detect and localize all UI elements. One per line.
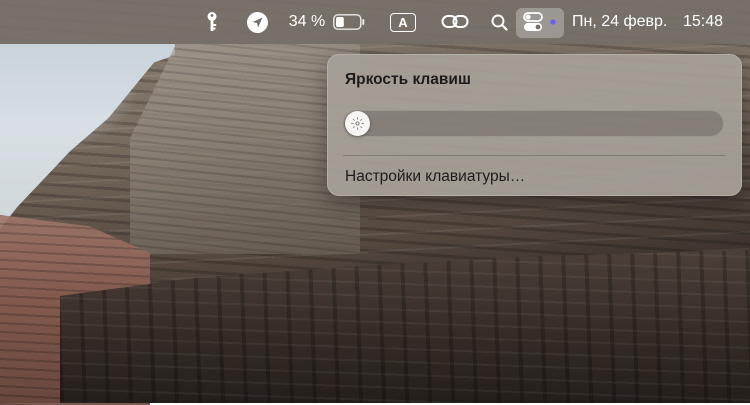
key-icon[interactable] — [199, 0, 225, 44]
input-source-label: A — [390, 12, 416, 32]
battery-icon[interactable] — [331, 0, 367, 44]
slider-knob[interactable] — [345, 111, 370, 136]
keyboard-brightness-icon — [351, 117, 364, 130]
keyboard-settings-menu-item[interactable]: Настройки клавиатуры… — [345, 168, 525, 186]
panel-title: Яркость клавиш — [345, 71, 471, 88]
panel-separator — [343, 155, 726, 156]
battery-percent[interactable]: 34 % — [285, 0, 329, 44]
keyboard-brightness-panel: Яркость клавиш Настройки клавиатуры… — [327, 54, 742, 196]
location-arrow-icon[interactable] — [244, 0, 270, 44]
search-icon[interactable] — [487, 0, 511, 44]
screen-mirroring-icon[interactable] — [438, 0, 472, 44]
menu-bar: 34 % A Пн, 24 февр. 15:48 — [0, 0, 750, 44]
keyboard-brightness-slider[interactable] — [343, 110, 724, 137]
wallpaper-cliff-upper — [130, 44, 360, 254]
input-source-icon[interactable]: A — [388, 0, 418, 44]
control-center-icon[interactable] — [516, 0, 564, 44]
menubar-date[interactable]: Пн, 24 февр. — [572, 0, 676, 44]
menubar-time[interactable]: 15:48 — [683, 0, 731, 44]
